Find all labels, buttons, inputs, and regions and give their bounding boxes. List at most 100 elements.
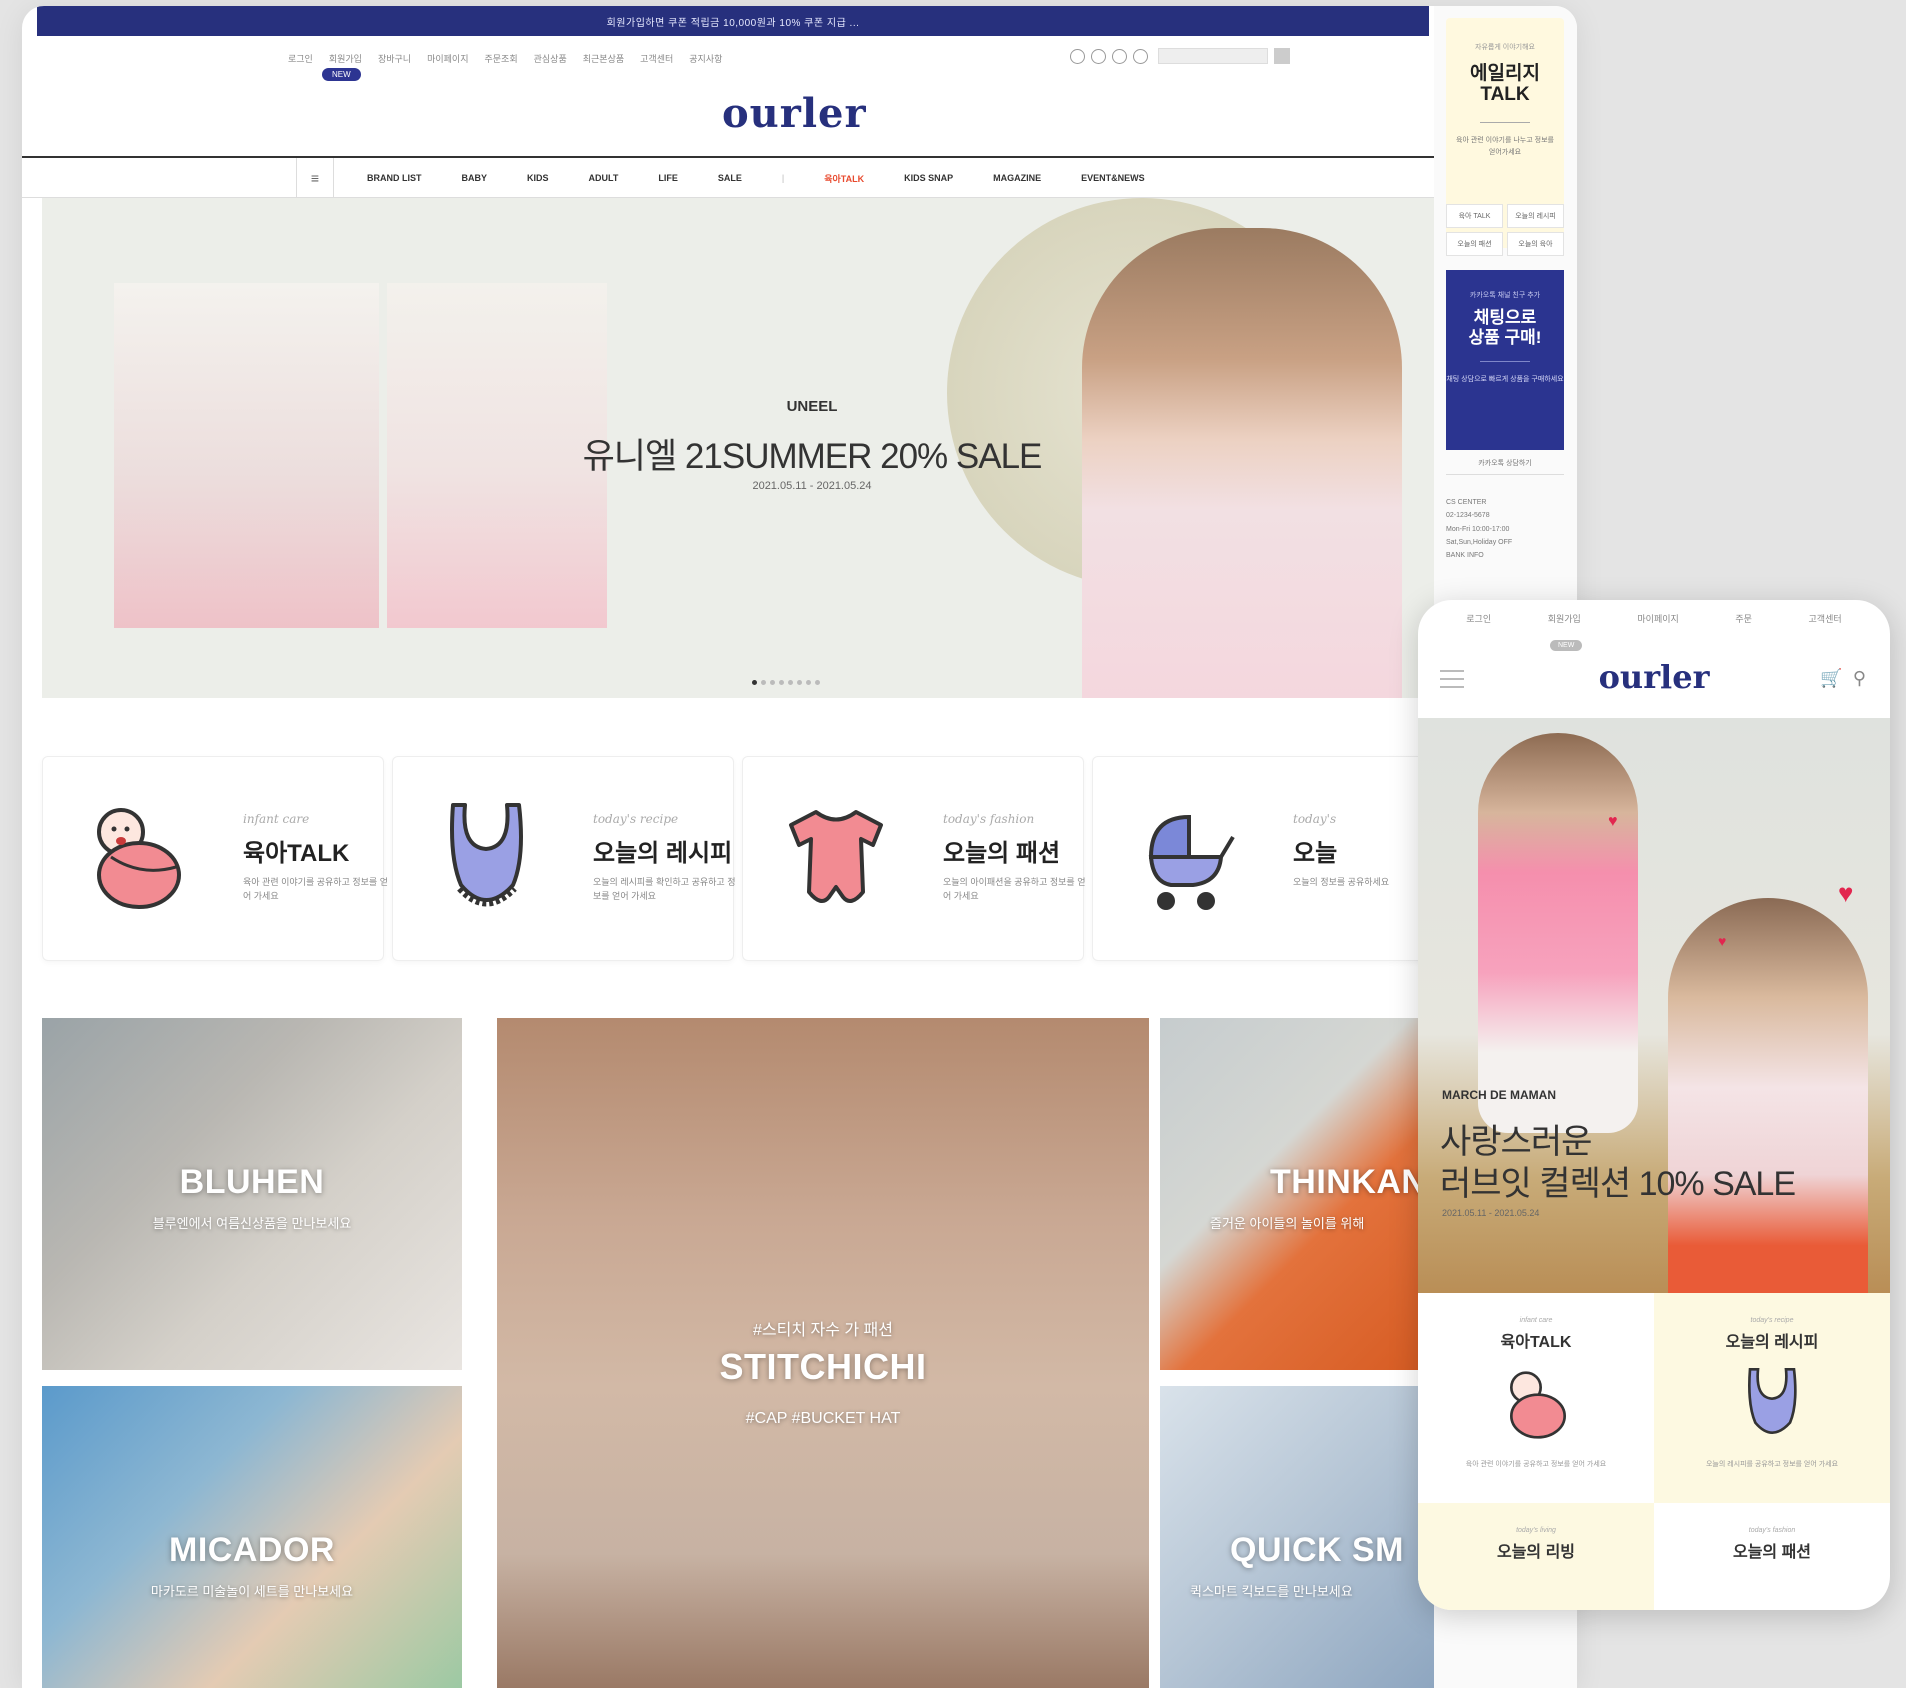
youtube-icon[interactable] — [1133, 48, 1148, 64]
pagination-dot[interactable] — [815, 680, 820, 685]
category-card-more[interactable]: today's 오늘 오늘의 정보를 공유하세요 — [1092, 756, 1434, 961]
category-desc: 육아 관련 이야기를 공유하고 정보를 얻어 가세요 — [243, 877, 388, 902]
hero-title: 유니엘 21SUMMER 20% SALE — [582, 437, 1043, 476]
mobile-hero-date: 2021.05.11 - 2021.05.24 — [1442, 1208, 1540, 1218]
nav-separator: | — [781, 173, 785, 183]
search-icon[interactable] — [1274, 48, 1290, 64]
brand-tile-quick-smart[interactable]: QUICK SM 퀵스마트 킥보드를 만나보세요 — [1160, 1386, 1434, 1688]
nav-item-adult[interactable]: ADULT — [589, 173, 619, 183]
m-util-link[interactable]: 주문 — [1735, 612, 1752, 632]
cs-hours: Mon-Fri 10:00-17:00 — [1446, 525, 1510, 533]
hamburger-menu-icon[interactable]: ≡ — [296, 158, 334, 198]
m-util-link[interactable]: 로그인 — [1466, 612, 1491, 632]
pagination-dot[interactable] — [761, 680, 766, 685]
instagram-icon[interactable] — [1070, 48, 1085, 64]
quick-link[interactable]: 육아 TALK — [1446, 204, 1503, 228]
category-desc: 오늘의 아이패션을 공유하고 정보를 얻어 가세요 — [943, 877, 1086, 902]
mobile-category-grid: infant care 육아TALK 육아 관련 이야기를 공유하고 정보를 얻… — [1418, 1293, 1890, 1610]
mobile-category-recipe[interactable]: today's recipe 오늘의 레시피 오늘의 레시피를 공유하고 정보를… — [1654, 1293, 1890, 1503]
nav-item-baby[interactable]: BABY — [462, 173, 488, 183]
brand-tile-stitchichi[interactable]: #스티치 자수 가 패션 STITCHICHI #CAP #BUCKET HAT — [497, 1018, 1149, 1688]
category-cards: infant care 육아TALK 육아 관련 이야기를 공유하고 정보를 얻… — [42, 756, 1434, 961]
mobile-category-fashion[interactable]: today's fashion 오늘의 패션 — [1654, 1503, 1890, 1610]
blue-title-line2: 상품 구매! — [1468, 328, 1542, 348]
hero-date: 2021.05.11 - 2021.05.24 — [752, 480, 872, 492]
nav-item-kids-snap[interactable]: KIDS SNAP — [904, 173, 953, 183]
nav-item-sale[interactable]: SALE — [718, 173, 742, 183]
mobile-category-talk[interactable]: infant care 육아TALK 육아 관련 이야기를 공유하고 정보를 얻… — [1418, 1293, 1654, 1503]
util-link[interactable]: 마이페이지 — [427, 52, 468, 65]
util-link[interactable]: 로그인 — [288, 52, 313, 65]
sidebar-quick-links: 육아 TALK 오늘의 레시피 오늘의 패션 오늘의 육아 — [1446, 204, 1564, 256]
category-desc: 오늘의 레시피를 확인하고 공유하고 정보를 얻어 가세요 — [593, 877, 736, 902]
brand-tile-thinkan[interactable]: THINKAN 즐거운 아이들의 놀이를 위해 — [1160, 1018, 1434, 1370]
kakao-chat-banner[interactable]: 카카오톡 채널 친구 추가 채팅으로 상품 구매! 채팅 상담으로 빠르게 상품… — [1446, 270, 1564, 450]
util-link[interactable]: 최근본상품 — [583, 52, 624, 65]
nav-item-talk[interactable]: 육아TALK — [824, 172, 864, 185]
new-badge: NEW — [322, 68, 361, 81]
pagination-dot[interactable] — [770, 680, 775, 685]
m-cat-title: 오늘의 레시피 — [1725, 1334, 1819, 1351]
util-link[interactable]: 회원가입 — [329, 52, 362, 65]
quick-link[interactable]: 오늘의 육아 — [1507, 232, 1564, 256]
hero-banner[interactable]: UNEEL 유니엘 21SUMMER 20% SALE 2021.05.11 -… — [42, 198, 1434, 698]
baby-icon — [1510, 1371, 1566, 1439]
pagination-dot[interactable] — [752, 680, 757, 685]
quick-link[interactable]: 오늘의 레시피 — [1507, 204, 1564, 228]
blue-small: 카카오톡 채널 친구 추가 — [1469, 292, 1541, 299]
mobile-hero-title-line2: 러브잇 컬렉션 10% SALE — [1440, 1165, 1796, 1203]
util-link[interactable]: 장바구니 — [378, 52, 411, 65]
kakao-consult-link[interactable]: 카카오톡 상담하기 — [1446, 458, 1564, 475]
category-card-talk[interactable]: infant care 육아TALK 육아 관련 이야기를 공유하고 정보를 얻… — [42, 756, 388, 961]
category-card-fashion[interactable]: today's fashion 오늘의 패션 오늘의 아이패션을 공유하고 정보… — [742, 756, 1085, 961]
utility-icons — [1070, 48, 1290, 64]
nav-item-magazine[interactable]: MAGAZINE — [993, 173, 1041, 183]
quick-link[interactable]: 오늘의 패션 — [1446, 232, 1503, 256]
brand-sub: 퀵스마트 킥보드를 만나보세요 — [1190, 1584, 1353, 1599]
facebook-icon[interactable] — [1091, 48, 1106, 64]
mobile-category-living[interactable]: today's living 오늘의 리빙 — [1418, 1503, 1654, 1610]
nav-item-life[interactable]: LIFE — [658, 173, 678, 183]
hero-brand: UNEEL — [786, 398, 838, 415]
util-link[interactable]: 공지사항 — [689, 52, 722, 65]
pagination-dot[interactable] — [788, 680, 793, 685]
util-link[interactable]: 관심상품 — [534, 52, 567, 65]
brand-tile-bluhen[interactable]: BLUHEN 블루엔에서 여름신상품을 만나보세요 — [42, 1018, 462, 1370]
m-util-link[interactable]: 마이페이지 — [1637, 612, 1678, 632]
cs-off: Sat,Sun,Holiday OFF — [1446, 538, 1513, 546]
m-cat-title: 육아TALK — [1500, 1334, 1572, 1351]
nav-item-brand-list[interactable]: BRAND LIST — [367, 173, 422, 183]
m-util-link[interactable]: 회원가입 — [1548, 612, 1581, 632]
hero-photo-girl-jumping — [1478, 733, 1638, 1133]
m-util-link[interactable]: 고객센터 — [1809, 612, 1842, 632]
top-banner[interactable]: 회원가입하면 쿠폰 적립금 10,000원과 10% 쿠폰 지급 ... — [37, 6, 1429, 36]
hero-photo-girl-dress — [114, 283, 379, 628]
cart-icon[interactable]: 🛒 — [1820, 668, 1842, 689]
site-logo[interactable]: ourler — [722, 90, 867, 137]
category-sub: today's fashion — [943, 812, 1035, 826]
nav-item-event-news[interactable]: EVENT&NEWS — [1081, 173, 1145, 183]
brand-sub: 블루엔에서 여름신상품을 만나보세요 — [152, 1216, 352, 1231]
blog-icon[interactable] — [1112, 48, 1127, 64]
m-cat-sub: infant care — [1519, 1317, 1553, 1324]
m-cat-desc: 오늘의 레시피를 공유하고 정보를 얻어 가세요 — [1705, 1461, 1839, 1468]
pagination-dot[interactable] — [806, 680, 811, 685]
category-sub: today's recipe — [593, 812, 679, 826]
util-link[interactable]: 고객센터 — [640, 52, 673, 65]
cs-title: CS CENTER — [1446, 499, 1487, 506]
brand-tile-micador[interactable]: MICADOR 마카도르 미술놀이 세트를 만나보세요 — [42, 1386, 462, 1688]
nav-item-kids[interactable]: KIDS — [527, 173, 549, 183]
category-sub: today's — [1293, 812, 1337, 826]
divider — [1480, 121, 1530, 123]
pagination-dot[interactable] — [797, 680, 802, 685]
mobile-hero-banner[interactable]: ♥ ♥ ♥ MARCH DE MAMAN 사랑스러운 러브잇 컬렉션 10% S… — [1418, 718, 1890, 1293]
category-sub: infant care — [243, 812, 310, 826]
mobile-logo[interactable]: ourler — [1418, 658, 1890, 696]
bib-icon — [450, 803, 523, 907]
search-input[interactable] — [1158, 48, 1268, 64]
category-card-recipe[interactable]: today's recipe 오늘의 레시피 오늘의 레시피를 확인하고 공유하… — [392, 756, 735, 961]
util-link[interactable]: 주문조회 — [485, 52, 518, 65]
search-icon[interactable]: ⚲ — [1853, 668, 1866, 689]
pagination-dot[interactable] — [779, 680, 784, 685]
heart-icon: ♥ — [1608, 813, 1618, 830]
